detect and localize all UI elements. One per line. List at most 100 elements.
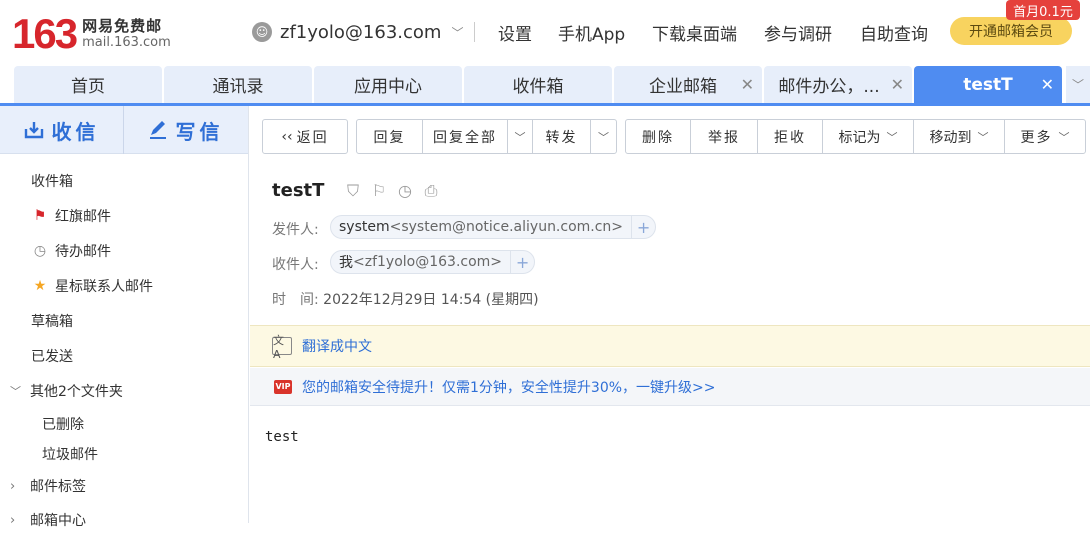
reply-dropdown[interactable]: ﹀ <box>508 120 533 153</box>
chevron-down-icon: ﹀ <box>886 130 898 144</box>
report-button[interactable]: 举报 <box>691 120 758 153</box>
delete-button[interactable]: 删除 <box>626 120 691 153</box>
back-icon: ‹‹ <box>281 128 293 145</box>
print-icon[interactable]: ⎙ <box>418 181 444 201</box>
folder-label: 已删除 <box>42 417 84 433</box>
logo-cn: 网易免费邮 <box>82 17 163 35</box>
tab-home[interactable]: 首页 <box>14 66 162 103</box>
mark-as-dropdown[interactable]: 标记为 ﹀ <box>823 120 914 153</box>
vip-badge: 首月0.1元 <box>1006 0 1080 20</box>
time-label: 时 间: <box>272 292 319 308</box>
pen-icon <box>149 121 166 139</box>
inbox-download-icon <box>24 122 43 139</box>
add-contact-icon[interactable]: + <box>510 251 534 273</box>
action-group: 删除 举报 拒收 标记为 ﹀ 移动到 ﹀ 更多 ﹀ <box>625 119 1086 154</box>
folder-group-others[interactable]: ﹀ 其他2个文件夹 <box>0 376 248 406</box>
tab-enterprise-mail[interactable]: 企业邮箱 ✕ <box>614 66 762 103</box>
close-icon[interactable]: ✕ <box>891 75 904 94</box>
folder-drafts[interactable]: 草稿箱 <box>0 306 248 336</box>
message-view: ‹‹ 返回 回复 回复全部 ﹀ 转发 ﹀ 删除 举报 拒收 标记为 ﹀ 移动到 ﹀ 更… <box>250 106 1090 523</box>
tab-apps[interactable]: 应用中心 <box>314 66 462 103</box>
folder-deleted[interactable]: 已删除 <box>0 409 248 439</box>
reply-all-button[interactable]: 回复全部 <box>423 120 508 153</box>
folder-inbox[interactable]: 收件箱 <box>0 166 248 196</box>
nav-mobile-app[interactable]: 手机App <box>558 20 625 45</box>
translate-bar: 文A 翻译成中文 <box>250 325 1090 367</box>
tab-inbox[interactable]: 收件箱 <box>464 66 612 103</box>
folder-label: 草稿箱 <box>31 314 73 330</box>
translate-link[interactable]: 翻译成中文 <box>302 336 372 356</box>
forward-button[interactable]: 转发 <box>533 120 591 153</box>
receive-label: 收信 <box>51 119 100 144</box>
folder-flagged[interactable]: ⚑ 红旗邮件 <box>0 201 248 231</box>
nav-settings[interactable]: 设置 <box>498 20 532 45</box>
from-label: 发件人: <box>272 222 319 238</box>
folder-todo[interactable]: ◷ 待办邮件 <box>0 236 248 266</box>
folder-sent[interactable]: 已发送 <box>0 341 248 371</box>
back-button[interactable]: ‹‹ 返回 <box>263 120 347 153</box>
folder-spam[interactable]: 垃圾邮件 <box>0 439 248 469</box>
reject-button[interactable]: 拒收 <box>758 120 823 153</box>
reply-button[interactable]: 回复 <box>357 120 423 153</box>
sidebar: 收信 写信 收件箱 ⚑ 红旗邮件 ◷ 待办邮件 ★ 星标联系人邮件 草稿箱 已发送 ﹀… <box>0 106 249 529</box>
nav-survey[interactable]: 参与调研 <box>764 20 832 45</box>
bookmark-icon[interactable]: ⛉ <box>340 181 366 201</box>
folder-group-labels[interactable]: › 邮件标签 <box>0 471 248 501</box>
forward-dropdown[interactable]: ﹀ <box>591 120 616 153</box>
write-button[interactable]: 写信 <box>124 106 247 154</box>
tab-office[interactable]: 邮件办公，... ✕ <box>764 66 912 103</box>
close-icon[interactable]: ✕ <box>1041 75 1054 94</box>
recipient-name: 我 <box>339 255 353 271</box>
message-body: test <box>265 429 299 445</box>
flag-icon[interactable]: ⚐ <box>366 181 392 201</box>
close-icon[interactable]: ✕ <box>741 75 754 94</box>
folder-label: 待办邮件 <box>55 244 111 260</box>
write-label: 写信 <box>175 119 224 144</box>
more-label: 更多 <box>1020 129 1053 146</box>
move-to-dropdown[interactable]: 移动到 ﹀ <box>914 120 1005 153</box>
chevron-down-icon: ﹀ <box>10 385 21 398</box>
sender-chip[interactable]: system <system@notice.aliyun.com.cn> + <box>330 215 657 239</box>
account-menu[interactable]: ☺ zf1yolo@163.com ﹀ <box>252 20 463 44</box>
compose-bar: 收信 写信 <box>0 106 248 154</box>
nav-self-service[interactable]: 自助查询 <box>860 20 928 45</box>
receive-button[interactable]: 收信 <box>0 106 123 154</box>
security-bar: VIP 您的邮箱安全待提升！仅需1分钟，安全性提升30%，一键升级>> <box>250 368 1090 406</box>
sender-name: system <box>339 219 390 235</box>
chevron-down-icon: ﹀ <box>598 130 609 144</box>
more-dropdown[interactable]: 更多 ﹀ <box>1005 120 1085 153</box>
folder-starred[interactable]: ★ 星标联系人邮件 <box>0 271 248 301</box>
sender-address: <system@notice.aliyun.com.cn> <box>389 219 624 235</box>
security-upgrade-link[interactable]: 您的邮箱安全待提升！仅需1分钟，安全性提升30%，一键升级>> <box>302 377 715 397</box>
nav-download-desktop[interactable]: 下载桌面端 <box>652 20 737 45</box>
tab-contacts[interactable]: 通讯录 <box>164 66 312 103</box>
vip-icon: VIP <box>274 379 292 394</box>
reply-all-label: 回复全部 <box>433 129 497 146</box>
chevron-right-icon: › <box>10 478 16 494</box>
tab-more-chevron-icon[interactable]: ﹀ <box>1066 66 1090 103</box>
tab-testT[interactable]: testT ✕ <box>914 66 1062 103</box>
tab-label: 收件箱 <box>512 77 564 97</box>
tab-label: testT <box>963 74 1013 95</box>
vip-button[interactable]: 开通邮箱会员 <box>950 17 1072 45</box>
chevron-right-icon: › <box>10 512 16 528</box>
tab-label: 应用中心 <box>354 77 422 97</box>
reply-label: 回复 <box>373 129 406 146</box>
folder-label: 红旗邮件 <box>55 209 111 225</box>
folder-label: 邮件标签 <box>30 479 86 495</box>
logo[interactable]: 163 网易免费邮 mail.163.com <box>12 12 171 56</box>
chevron-down-icon: ﹀ <box>451 25 464 40</box>
clock-icon: ◷ <box>33 243 47 259</box>
folder-label: 星标联系人邮件 <box>55 279 153 295</box>
add-contact-icon[interactable]: + <box>631 216 655 238</box>
recipient-chip[interactable]: 我 <zf1yolo@163.com> + <box>330 250 536 274</box>
tab-label: 通讯录 <box>212 77 264 97</box>
red-flag-icon: ⚑ <box>33 208 47 224</box>
chevron-down-icon: ﹀ <box>977 130 989 144</box>
folder-label: 邮箱中心 <box>30 513 86 529</box>
clock-icon[interactable]: ◷ <box>392 181 418 201</box>
folder-group-center[interactable]: › 邮箱中心 <box>0 505 248 535</box>
recipient-address: <zf1yolo@163.com> <box>353 254 503 270</box>
chevron-down-icon: ﹀ <box>514 130 526 144</box>
tab-label: 企业邮箱 <box>649 77 717 97</box>
